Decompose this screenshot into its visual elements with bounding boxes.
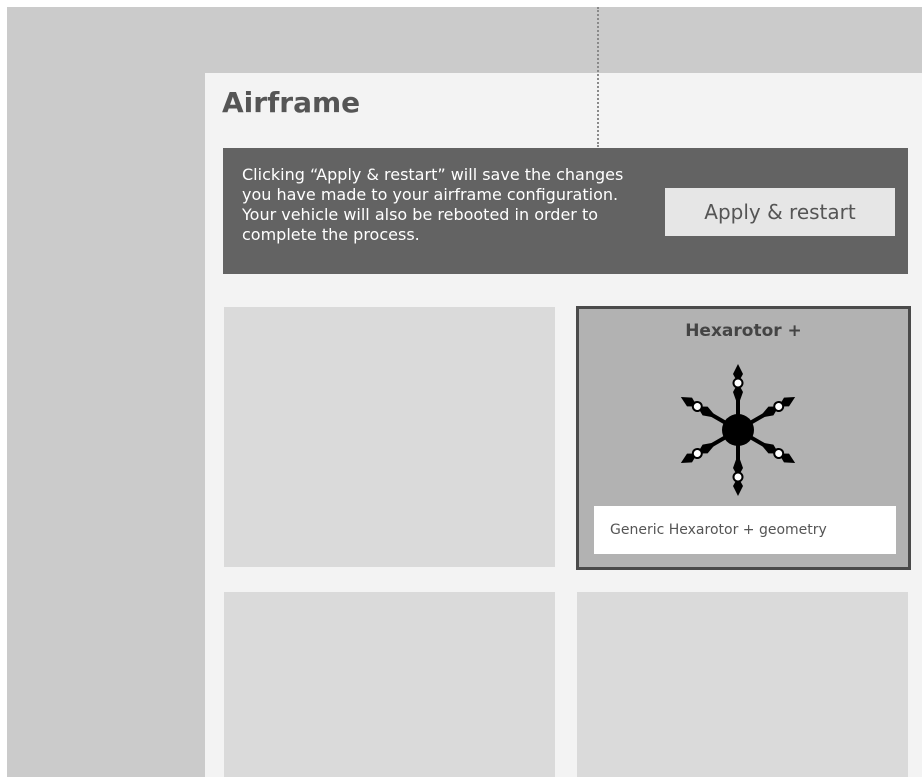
- top-toolbar: [7, 7, 922, 73]
- airframe-tile-description: Generic Hexarotor + geometry: [594, 506, 896, 554]
- banner-message: Clicking “Apply & restart” will save the…: [242, 165, 624, 244]
- airframe-tile[interactable]: [224, 592, 555, 777]
- page-title: Airframe: [222, 86, 361, 119]
- airframe-tile-title: Hexarotor +: [685, 321, 802, 341]
- sidebar: [7, 73, 205, 777]
- apply-restart-banner: Clicking “Apply & restart” will save the…: [223, 148, 908, 274]
- airframe-tile-selected[interactable]: Hexarotor + Generic Hexarotor + geometry: [576, 306, 911, 570]
- airframe-tile[interactable]: [224, 307, 555, 567]
- airframe-tile[interactable]: [577, 592, 908, 777]
- divider: [597, 7, 599, 147]
- hexarotor-plus-icon: [676, 364, 800, 498]
- apply-restart-button[interactable]: Apply & restart: [665, 188, 895, 236]
